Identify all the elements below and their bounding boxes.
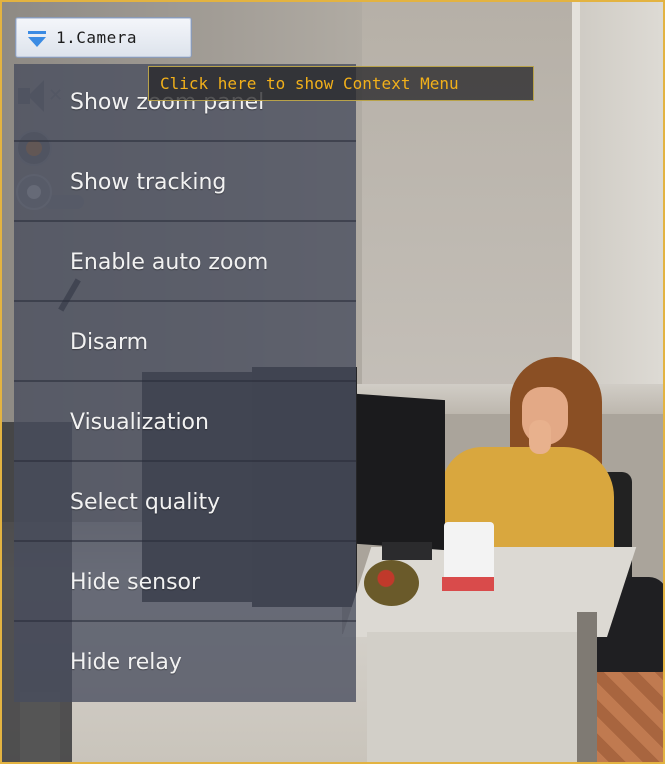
camera-title-button[interactable]: 1.Camera <box>15 17 192 58</box>
menu-item-visualization[interactable]: Visualization <box>14 384 356 462</box>
menu-item-hide-sensor[interactable]: Hide sensor <box>14 544 356 622</box>
menu-item-hide-relay[interactable]: Hide relay <box>14 624 356 702</box>
context-menu: Show zoom panel Show tracking Enable aut… <box>14 64 356 702</box>
camera-title-label: 1.Camera <box>56 28 138 47</box>
menu-item-disarm[interactable]: Disarm <box>14 304 356 382</box>
scene-person-hand <box>529 420 551 454</box>
camera-viewport[interactable]: ✕ Show zoom panel Show tracking Enable a… <box>0 0 665 764</box>
menu-item-select-quality[interactable]: Select quality <box>14 464 356 542</box>
menu-item-enable-auto-zoom[interactable]: Enable auto zoom <box>14 224 356 302</box>
scene-desk <box>367 632 577 762</box>
scene-decoration <box>364 560 419 606</box>
chevron-bar <box>28 31 46 34</box>
scene-wall-corner <box>572 2 580 422</box>
scene-desk-shadow <box>577 612 597 762</box>
scene-equipment <box>20 692 60 762</box>
scene-cup-stripe <box>442 577 494 591</box>
context-menu-tooltip: Click here to show Context Menu <box>148 66 534 101</box>
scene-monitor <box>357 393 445 551</box>
scene-wall <box>362 2 577 397</box>
scene-wall <box>577 2 663 422</box>
chevron-down-icon <box>28 36 46 47</box>
scene-monitor-stand <box>382 542 432 560</box>
menu-item-show-tracking[interactable]: Show tracking <box>14 144 356 222</box>
